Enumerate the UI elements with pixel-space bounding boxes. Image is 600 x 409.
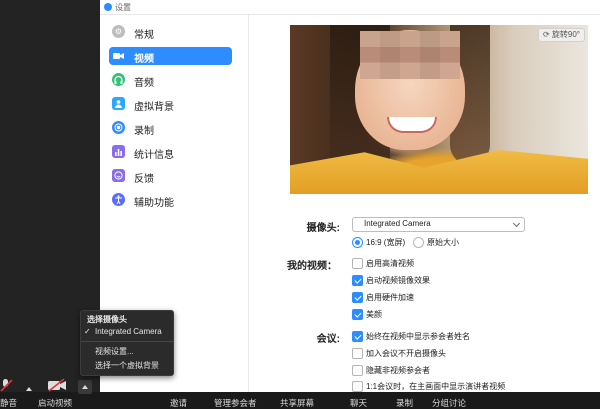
sidebar-item-audio[interactable]: 音频 bbox=[109, 71, 232, 89]
rotate-button[interactable]: ⟳ 旋转90° bbox=[537, 28, 585, 42]
bar-chart-icon bbox=[112, 145, 125, 158]
menu-item-integrated-camera[interactable]: Integrated Camera bbox=[95, 327, 162, 336]
invite-button[interactable]: 邀请 bbox=[170, 397, 187, 409]
headphones-icon bbox=[112, 73, 125, 86]
sidebar-item-label: 统计信息 bbox=[134, 150, 174, 161]
menu-divider bbox=[81, 341, 173, 342]
breakout-rooms-button[interactable]: 分组讨论 bbox=[432, 397, 466, 409]
chevron-down-icon bbox=[512, 219, 521, 228]
audio-options-caret-icon[interactable] bbox=[26, 387, 32, 391]
video-off-icon[interactable] bbox=[47, 378, 67, 392]
sidebar-item-recording[interactable]: 录制 bbox=[109, 119, 232, 137]
accessibility-icon bbox=[112, 193, 125, 206]
mute-button-label[interactable]: 静音 bbox=[0, 397, 17, 409]
gear-icon: ⚙ bbox=[112, 25, 125, 38]
pixelated-face-area bbox=[360, 31, 460, 79]
microphone-muted-icon[interactable] bbox=[0, 378, 14, 392]
camera-options-menu: 选择摄像头 ✓ Integrated Camera 视频设置... 选择一个虚拟… bbox=[80, 310, 174, 376]
start-video-button-label[interactable]: 启动视频 bbox=[38, 397, 72, 409]
sidebar-item-accessibility[interactable]: 辅助功能 bbox=[109, 191, 232, 209]
checkmark-icon: ✓ bbox=[84, 327, 91, 336]
meeting-label: 会议: bbox=[316, 334, 340, 345]
sidebar-item-label: 辅助功能 bbox=[134, 198, 174, 209]
video-options-caret-button[interactable] bbox=[78, 380, 92, 394]
zoom-logo-icon bbox=[104, 3, 112, 11]
manage-participants-button[interactable]: 管理参会者 bbox=[214, 397, 257, 409]
my-video-label: 我的视频： bbox=[287, 261, 337, 272]
record-button[interactable]: 录制 bbox=[396, 397, 413, 409]
sidebar-item-virtual-background[interactable]: 虚拟背景 bbox=[109, 95, 232, 113]
sidebar-item-label: 常规 bbox=[134, 30, 154, 41]
video-camera-icon bbox=[112, 49, 125, 62]
sidebar-item-statistics[interactable]: 统计信息 bbox=[109, 143, 232, 161]
sidebar-item-feedback[interactable]: 反馈 bbox=[109, 167, 232, 185]
sidebar-item-video[interactable]: 视频 bbox=[109, 47, 232, 65]
title-bar: 设置 bbox=[100, 0, 600, 15]
sidebar-item-label: 音频 bbox=[134, 78, 154, 89]
camera-select-value: Integrated Camera bbox=[364, 219, 431, 228]
camera-select[interactable]: Integrated Camera bbox=[352, 217, 525, 232]
menu-item-virtual-background[interactable]: 选择一个虚拟背景 bbox=[95, 360, 159, 371]
rotate-icon: ⟳ bbox=[542, 30, 552, 39]
smile-feedback-icon bbox=[112, 169, 125, 182]
meeting-toolbar: 静音 启动视频 邀请 管理参会者 共享屏幕 聊天 录制 分组讨论 bbox=[0, 392, 600, 409]
menu-item-video-settings[interactable]: 视频设置... bbox=[95, 346, 134, 357]
sidebar-item-label: 视频 bbox=[134, 54, 154, 65]
sidebar-item-label: 虚拟背景 bbox=[134, 102, 174, 113]
window-title: 设置 bbox=[115, 3, 131, 12]
record-icon bbox=[112, 121, 125, 134]
menu-header: 选择摄像头 bbox=[87, 315, 127, 324]
sidebar-item-label: 录制 bbox=[134, 126, 154, 137]
person-background-icon bbox=[112, 97, 125, 110]
share-screen-button[interactable]: 共享屏幕 bbox=[280, 397, 314, 409]
video-preview: ⟳ 旋转90° bbox=[290, 25, 588, 194]
sidebar-item-label: 反馈 bbox=[134, 174, 154, 185]
caret-up-icon bbox=[81, 385, 88, 389]
settings-window: 设置 ⚙ 常规 视频 音频 虚拟背景 录制 统计信息 反馈 辅助功能 ⟳ 旋转9… bbox=[100, 0, 600, 392]
camera-label: 摄像头: bbox=[306, 223, 340, 234]
sidebar-item-general[interactable]: ⚙ 常规 bbox=[109, 23, 232, 41]
chat-button[interactable]: 聊天 bbox=[350, 397, 367, 409]
